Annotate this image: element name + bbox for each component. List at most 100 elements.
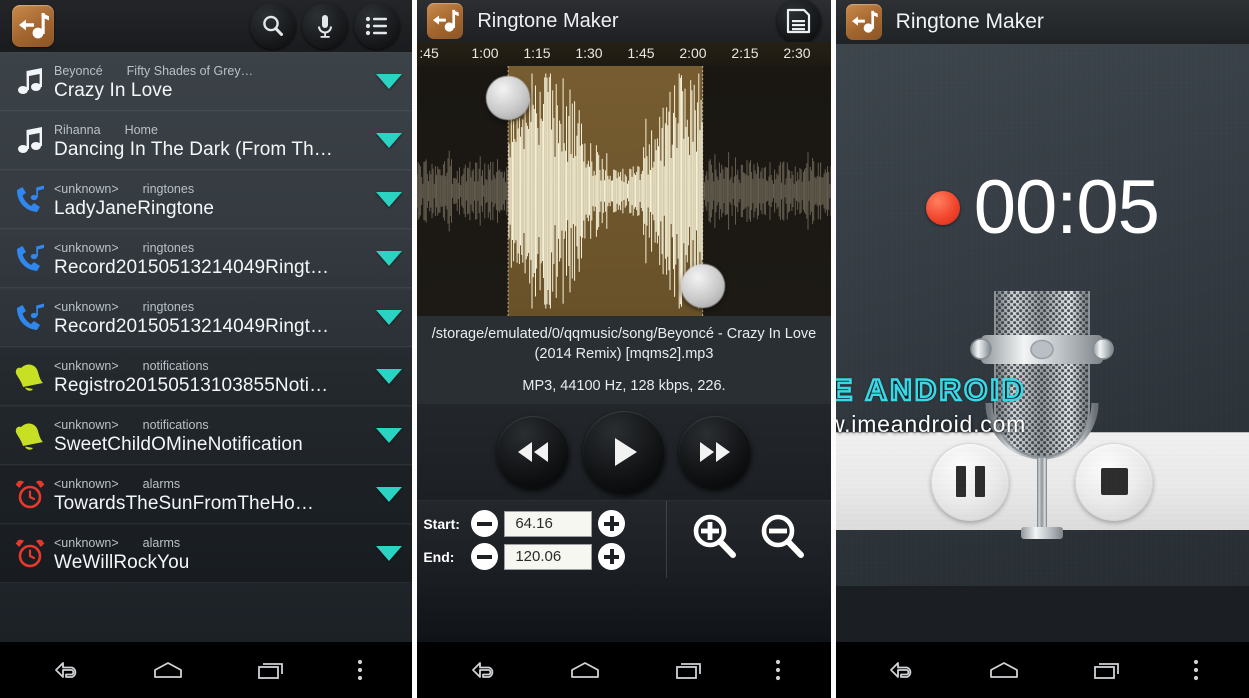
list-item[interactable]: <unknown> alarms TowardsTheSunFromTheHo… bbox=[0, 465, 413, 524]
recents-nav-icon[interactable] bbox=[1090, 658, 1124, 682]
list-item-text: Beyoncé Fifty Shades of Grey… Crazy In Lov… bbox=[50, 61, 372, 103]
overflow-menu-icon[interactable] bbox=[355, 657, 365, 683]
android-navbar-3 bbox=[835, 642, 1249, 698]
bell-notification-icon bbox=[10, 416, 50, 456]
list-item-artist: <unknown> bbox=[54, 240, 119, 255]
music-note-back-icon[interactable] bbox=[12, 5, 54, 47]
list-item[interactable]: Rihanna Home Dancing In The Dark (From Th… bbox=[0, 111, 413, 170]
phone-ringtone-icon bbox=[10, 239, 50, 279]
list-item-meta: <unknown> notifications bbox=[54, 356, 372, 373]
ruler-tick: 2:15 bbox=[731, 45, 759, 61]
selection-end-handle[interactable] bbox=[680, 264, 725, 308]
home-nav-icon[interactable] bbox=[985, 658, 1023, 682]
expand-caret-icon[interactable] bbox=[372, 546, 406, 561]
recents-nav-icon[interactable] bbox=[254, 658, 288, 682]
phone-ringtone-icon bbox=[10, 298, 50, 338]
page-title: Ringtone Maker bbox=[895, 10, 1044, 33]
file-format-text: MP3, 44100 Hz, 128 kbps, 226. bbox=[522, 378, 726, 394]
overflow-menu-icon[interactable] bbox=[1191, 657, 1201, 683]
panel3-toolbar: Ringtone Maker bbox=[835, 0, 1249, 44]
file-info-block: /storage/emulated/0/qqmusic/song/Beyoncé… bbox=[417, 316, 831, 404]
list-item-meta: <unknown> notifications bbox=[54, 415, 372, 432]
home-nav-icon[interactable] bbox=[566, 658, 604, 682]
list-item-meta: <unknown> alarms bbox=[54, 533, 372, 550]
expand-caret-icon[interactable] bbox=[372, 133, 406, 148]
expand-caret-icon[interactable] bbox=[372, 428, 406, 443]
list-item[interactable]: <unknown> ringtones Record20150513214049Ri… bbox=[0, 288, 413, 347]
file-path-text: /storage/emulated/0/qqmusic/song/Beyoncé… bbox=[431, 326, 817, 362]
rewind-button[interactable] bbox=[497, 416, 569, 488]
list-item[interactable]: <unknown> alarms WeWillRockYou bbox=[0, 524, 413, 583]
expand-caret-icon[interactable] bbox=[372, 487, 406, 502]
recents-nav-icon[interactable] bbox=[672, 658, 706, 682]
end-row: End: 120.06 bbox=[423, 540, 666, 573]
play-button[interactable] bbox=[583, 411, 665, 493]
overflow-menu-icon[interactable] bbox=[773, 657, 783, 683]
list-item-album: Fifty Shades of Grey… bbox=[126, 63, 254, 78]
expand-caret-icon[interactable] bbox=[372, 251, 406, 266]
end-increment-button[interactable] bbox=[598, 543, 626, 570]
alarm-clock-icon bbox=[10, 534, 50, 574]
waveform-display[interactable] bbox=[417, 66, 831, 316]
end-value-field[interactable]: 120.06 bbox=[504, 543, 593, 570]
ruler-tick: 1:45 bbox=[627, 45, 655, 61]
list-item-artist: <unknown> bbox=[54, 417, 119, 432]
start-end-block: Start: 64.16 End: 120.06 bbox=[417, 501, 668, 578]
expand-caret-icon[interactable] bbox=[372, 310, 406, 325]
list-item-title: Record20150513214049Ringt… bbox=[54, 315, 330, 337]
home-nav-icon[interactable] bbox=[149, 658, 187, 682]
android-navbar-1 bbox=[0, 642, 413, 698]
back-nav-icon[interactable] bbox=[48, 658, 82, 682]
list-item-meta: Rihanna Home bbox=[54, 120, 372, 137]
list-item-album: ringtones bbox=[142, 240, 195, 255]
list-item-artist: <unknown> bbox=[54, 358, 119, 373]
ringtone-list[interactable]: Beyoncé Fifty Shades of Grey… Crazy In Lov… bbox=[0, 52, 413, 642]
music-note-back-icon[interactable] bbox=[427, 3, 464, 39]
ruler-tick: 1:00 bbox=[471, 45, 499, 61]
editor-empty-area bbox=[417, 578, 831, 652]
list-item[interactable]: <unknown> notifications SweetChildOMineNot… bbox=[0, 406, 413, 465]
list-item-album: ringtones bbox=[142, 299, 195, 314]
list-item-text: <unknown> alarms WeWillRockYou bbox=[50, 533, 372, 575]
list-item[interactable]: Beyoncé Fifty Shades of Grey… Crazy In Lov… bbox=[0, 52, 413, 111]
zoom-out-icon[interactable] bbox=[756, 510, 810, 569]
list-item-album: Home bbox=[124, 122, 158, 137]
list-item-text: <unknown> ringtones Record20150513214049Ri… bbox=[50, 297, 372, 339]
list-item-title: Record20150513214049Ringt… bbox=[54, 256, 330, 278]
ruler-tick: :45 bbox=[419, 45, 439, 61]
start-value-field[interactable]: 64.16 bbox=[504, 510, 593, 537]
panel-ringtone-list: Beyoncé Fifty Shades of Grey… Crazy In Lov… bbox=[0, 0, 413, 698]
search-icon[interactable] bbox=[250, 3, 297, 49]
microphone-icon[interactable] bbox=[302, 3, 349, 49]
ruler-tick: 1:30 bbox=[575, 45, 603, 61]
list-icon[interactable] bbox=[354, 3, 401, 49]
zoom-in-icon[interactable] bbox=[688, 510, 742, 569]
end-decrement-button[interactable] bbox=[471, 543, 499, 570]
fast-forward-button[interactable] bbox=[679, 416, 751, 488]
recording-timer: 00:05 bbox=[973, 165, 1160, 250]
expand-caret-icon[interactable] bbox=[372, 74, 406, 89]
list-item[interactable]: <unknown> ringtones LadyJaneRingtone bbox=[0, 170, 413, 229]
start-increment-button[interactable] bbox=[598, 510, 626, 537]
list-item-meta: <unknown> ringtones bbox=[54, 297, 372, 314]
list-item-album: notifications bbox=[142, 417, 209, 432]
list-item-meta: <unknown> alarms bbox=[54, 474, 372, 491]
list-item-album: alarms bbox=[142, 535, 181, 550]
expand-caret-icon[interactable] bbox=[372, 369, 406, 384]
start-row: Start: 64.16 bbox=[423, 507, 666, 540]
ruler-tick: 2:00 bbox=[679, 45, 707, 61]
back-nav-icon[interactable] bbox=[465, 658, 499, 682]
list-item-title: TowardsTheSunFromTheHo… bbox=[54, 492, 314, 514]
three-panel-screenshot: Beyoncé Fifty Shades of Grey… Crazy In Lov… bbox=[0, 0, 1249, 698]
save-floppy-icon[interactable] bbox=[776, 0, 821, 43]
list-item[interactable]: <unknown> notifications Registro2015051310… bbox=[0, 347, 413, 406]
start-decrement-button[interactable] bbox=[471, 510, 499, 537]
expand-caret-icon[interactable] bbox=[372, 192, 406, 207]
ruler-tick: 1:15 bbox=[523, 45, 551, 61]
back-nav-icon[interactable] bbox=[883, 658, 917, 682]
music-note-back-icon[interactable] bbox=[845, 4, 882, 40]
ruler-tick: 2:30 bbox=[783, 45, 811, 61]
list-item-title: LadyJaneRingtone bbox=[54, 197, 215, 219]
music-note-icon bbox=[10, 62, 50, 102]
list-item[interactable]: <unknown> ringtones Record20150513214049Ri… bbox=[0, 229, 413, 288]
